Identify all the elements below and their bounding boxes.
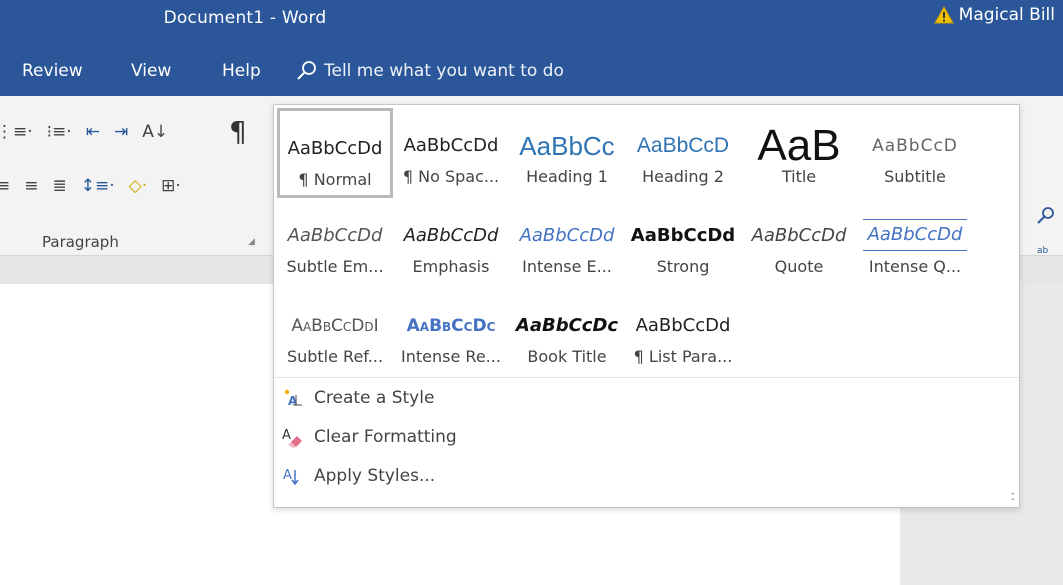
resize-grip-icon[interactable]: ⁚⁚ (1011, 492, 1016, 503)
search-icon (297, 61, 316, 80)
style-name: Strong (656, 257, 710, 276)
find-icon[interactable] (1036, 206, 1056, 226)
style-preview: AaB (757, 127, 841, 165)
style-no-spacing[interactable]: AaBbCcDd ¶ No Spac... (393, 105, 509, 195)
style-name: Book Title (527, 347, 607, 366)
bullets-icon[interactable]: ⋮≡· (0, 122, 33, 142)
style-name: ¶ Normal (298, 170, 372, 189)
style-subtle-reference[interactable]: AaBbCcDdI Subtle Ref... (277, 285, 393, 375)
style-name: ¶ No Spac... (402, 167, 500, 186)
tab-view[interactable]: View (131, 61, 171, 81)
create-style-label: Create a Style (314, 388, 435, 408)
user-name: Magical Bill (958, 5, 1055, 25)
style-name: Subtle Em... (286, 257, 384, 276)
style-preview: AaBbCc (519, 131, 615, 161)
gallery-separator (274, 377, 1019, 378)
svg-text:A: A (283, 468, 292, 483)
style-subtitle[interactable]: AaBbCcD Subtitle (857, 105, 973, 195)
style-heading-2[interactable]: AaBbCcD Heading 2 (625, 105, 741, 195)
paragraph-row-2: ≡ ≡ ≣ ↕≡· ◇· ⊞· (0, 176, 181, 196)
align-right-icon[interactable]: ≡ (24, 176, 38, 196)
line-spacing-icon[interactable]: ↕≡· (81, 176, 115, 196)
borders-icon[interactable]: ⊞· (161, 176, 181, 196)
style-preview: AaBbCcDdI (291, 316, 379, 336)
style-preview: AaBbCcDd (635, 315, 731, 336)
style-intense-emphasis[interactable]: AaBbCcDd Intense E... (509, 195, 625, 285)
style-name: Title (781, 167, 817, 186)
document-title: Document1 - Word (163, 8, 327, 28)
shading-icon[interactable]: ◇· (129, 176, 147, 196)
style-name: Heading 2 (642, 167, 724, 186)
tell-me-text: Tell me what you want to do (324, 61, 564, 81)
style-intense-reference[interactable]: AaBbCcDc Intense Re... (393, 285, 509, 375)
style-preview: AaBbCcDd (287, 138, 383, 159)
style-preview: AaBbCcDd (287, 225, 383, 246)
tab-help[interactable]: Help (222, 61, 261, 81)
style-preview: AaBbCcDd (403, 135, 499, 156)
title-bar: Document1 - Word Magical Bill (0, 0, 1063, 44)
paragraph-group-label: Paragraph (42, 233, 119, 251)
distributed-icon[interactable]: ≣ (53, 176, 67, 196)
style-preview: AaBbCcDd (863, 219, 967, 251)
create-style-button[interactable]: A Create a Style (282, 387, 434, 409)
style-name: Quote (774, 257, 824, 276)
style-name: ¶ List Para... (633, 347, 733, 366)
style-preview: AaBbCcDc (515, 315, 619, 336)
style-list-paragraph[interactable]: AaBbCcDd ¶ List Para... (625, 285, 741, 375)
style-normal[interactable]: AaBbCcDd ¶ Normal (277, 108, 393, 198)
style-strong[interactable]: AaBbCcDd Strong (625, 195, 741, 285)
style-name: Emphasis (412, 257, 490, 276)
decrease-indent-icon[interactable]: ⇤ (86, 122, 100, 142)
warning-icon (933, 6, 954, 24)
justify-icon[interactable]: ≡ (0, 176, 10, 196)
clear-formatting-button[interactable]: A Clear Formatting (282, 426, 457, 448)
style-quote[interactable]: AaBbCcDd Quote (741, 195, 857, 285)
style-name: Subtle Ref... (286, 347, 384, 366)
style-book-title[interactable]: AaBbCcDc Book Title (509, 285, 625, 375)
style-name: Intense E... (522, 257, 612, 276)
style-preview: AaBbCcDd (630, 225, 736, 246)
clear-formatting-label: Clear Formatting (314, 427, 457, 447)
style-preview: AaBbCcD (636, 134, 730, 157)
apply-styles-button[interactable]: A Apply Styles... (282, 465, 435, 487)
svg-text:A: A (282, 428, 291, 443)
style-subtle-emphasis[interactable]: AaBbCcDd Subtle Em... (277, 195, 393, 285)
paragraph-row-1: ⋮≡· ⁝≡· ⇤ ⇥ A↓ (0, 122, 168, 142)
clear-formatting-icon: A (282, 428, 302, 448)
style-title[interactable]: AaB Title (741, 105, 857, 195)
style-preview: AaBbCcD (872, 136, 958, 156)
apply-styles-label: Apply Styles... (314, 466, 436, 486)
increase-indent-icon[interactable]: ⇥ (114, 122, 128, 142)
style-heading-1[interactable]: AaBbCc Heading 1 (509, 105, 625, 195)
style-preview: AaBbCcDc (406, 316, 496, 336)
apply-styles-icon: A (283, 468, 299, 486)
menu-bar: Review View Help Tell me what you want t… (0, 44, 1063, 96)
style-preview: AaBbCcDd (403, 225, 499, 246)
style-name: Intense Q... (868, 257, 962, 276)
style-preview: AaBbCcDd (519, 225, 615, 246)
tell-me-box[interactable]: Tell me what you want to do (296, 60, 564, 82)
multilevel-list-icon[interactable]: ⁝≡· (47, 122, 72, 142)
sort-icon[interactable]: A↓ (142, 122, 168, 142)
style-emphasis[interactable]: AaBbCcDd Emphasis (393, 195, 509, 285)
pilcrow-icon[interactable]: ¶ (229, 115, 247, 148)
styles-gallery: AaBbCcDd ¶ Normal AaBbCcDd ¶ No Spac... … (273, 104, 1020, 508)
style-intense-quote[interactable]: AaBbCcDd Intense Q... (857, 195, 973, 285)
tab-review[interactable]: Review (22, 61, 83, 81)
style-preview: AaBbCcDd (751, 225, 847, 246)
paragraph-launcher-icon[interactable]: ◢ (248, 237, 255, 247)
svg-text:ab: ab (1037, 246, 1049, 256)
account-area[interactable]: Magical Bill (933, 5, 1055, 25)
create-style-icon: A (284, 389, 302, 408)
style-name: Heading 1 (526, 167, 608, 186)
style-name: Subtitle (884, 167, 946, 186)
style-name: Intense Re... (401, 347, 501, 366)
